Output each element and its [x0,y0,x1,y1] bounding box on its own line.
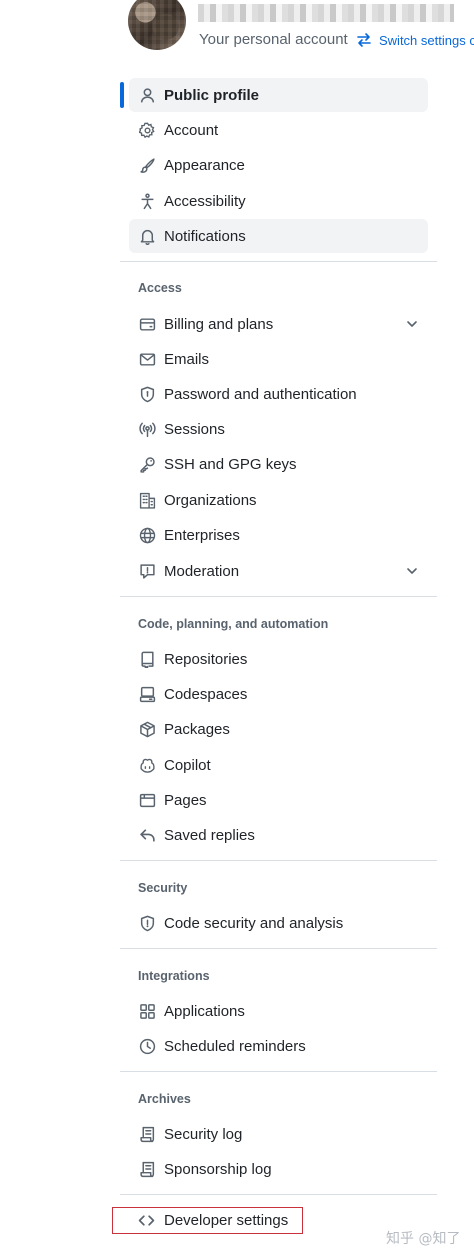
sidebar-item-copilot[interactable]: Copilot [129,748,428,782]
sidebar-item-enterprises[interactable]: Enterprises [129,518,428,552]
sidebar-item-organizations[interactable]: Organizations [129,483,428,517]
log-icon [137,1124,157,1144]
chevron-down-icon[interactable] [404,563,420,579]
sidebar-item-label: Security log [164,1125,243,1143]
sidebar-item-label: Repositories [164,650,248,668]
sidebar-item-saved-replies[interactable]: Saved replies [129,818,428,852]
section-heading-code: Code, planning, and automation [138,617,329,631]
divider [120,1071,437,1072]
browser-icon [137,790,157,810]
sidebar-item-label: Accessibility [164,192,246,210]
sidebar-item-label: Copilot [164,756,211,774]
sidebar-item-label: Pages [164,791,207,809]
sidebar-item-code-security[interactable]: Code security and analysis [129,906,428,940]
sidebar-item-security-log[interactable]: Security log [129,1117,428,1151]
apps-grid-icon [137,1001,157,1021]
sidebar-item-sessions[interactable]: Sessions [129,412,428,446]
divider [120,596,437,597]
mail-icon [137,349,157,369]
sidebar-item-emails[interactable]: Emails [129,342,428,376]
divider [120,1194,437,1195]
sidebar-item-label: SSH and GPG keys [164,455,297,473]
sidebar-item-label: Developer settings [164,1212,289,1229]
clock-icon [137,1036,157,1056]
sidebar-item-label: Packages [164,720,230,738]
sidebar-item-label: Sponsorship log [164,1160,272,1178]
sidebar-item-pages[interactable]: Pages [129,783,428,817]
codespaces-icon [137,684,157,704]
sidebar-item-scheduled-reminders[interactable]: Scheduled reminders [129,1029,428,1063]
accessibility-icon [137,191,157,211]
repo-icon [137,649,157,669]
shield-lock-icon [137,384,157,404]
sidebar-item-accessibility[interactable]: Accessibility [129,184,428,218]
organization-icon [137,490,157,510]
section-heading-integrations: Integrations [138,969,210,983]
reply-icon [137,825,157,845]
copilot-icon [137,755,157,775]
sidebar-item-billing[interactable]: Billing and plans [129,307,428,341]
sidebar-item-label: Sessions [164,420,225,438]
chevron-down-icon[interactable] [404,316,420,332]
sidebar-item-label: Applications [164,1002,245,1020]
report-icon [137,561,157,581]
sidebar-item-moderation[interactable]: Moderation [129,554,428,588]
sidebar-item-ssh-keys[interactable]: SSH and GPG keys [129,447,428,481]
divider [120,261,437,262]
sidebar-item-label: Codespaces [164,685,248,703]
credit-card-icon [137,314,157,334]
switch-settings-label: Switch settings c [379,32,474,48]
sidebar-item-label: Password and authentication [164,385,357,403]
sidebar-item-developer-settings[interactable]: Developer settings [112,1207,303,1234]
sidebar-item-packages[interactable]: Packages [129,712,428,746]
gear-icon [137,120,157,140]
package-icon [137,719,157,739]
sidebar-item-applications[interactable]: Applications [129,994,428,1028]
sidebar-item-label: Scheduled reminders [164,1037,306,1055]
sidebar-item-label: Appearance [164,156,245,174]
sidebar-item-repositories[interactable]: Repositories [129,642,428,676]
sidebar-item-password[interactable]: Password and authentication [129,377,428,411]
section-heading-security: Security [138,881,188,895]
sidebar-item-label: Saved replies [164,826,255,844]
watermark: 知乎 @知了 [386,1231,461,1247]
paintbrush-icon [137,155,157,175]
sidebar-item-label: Public profile [164,86,260,104]
sidebar-item-public-profile[interactable]: Public profile [129,78,428,112]
sidebar-item-sponsorship-log[interactable]: Sponsorship log [129,1152,428,1186]
person-icon [137,85,157,105]
avatar[interactable] [128,0,186,50]
broadcast-icon [137,419,157,439]
sidebar-item-label: Organizations [164,491,257,509]
globe-icon [137,525,157,545]
sidebar-item-label: Emails [164,350,210,368]
code-icon [136,1211,156,1231]
sidebar-item-codespaces[interactable]: Codespaces [129,677,428,711]
sidebar-item-label: Account [164,121,219,139]
divider [120,948,437,949]
account-subtitle: Your personal account [199,31,348,48]
bell-icon [137,226,157,246]
divider [120,860,437,861]
active-indicator [120,82,124,108]
section-heading-archives: Archives [138,1092,191,1106]
sidebar-item-label: Moderation [164,562,240,580]
sidebar-item-label: Code security and analysis [164,914,344,932]
key-icon [137,454,157,474]
sidebar-item-label: Notifications [164,227,246,245]
shield-icon [137,913,157,933]
sidebar-item-label: Billing and plans [164,315,274,333]
username-redacted [198,4,454,22]
sidebar-item-account[interactable]: Account [129,113,428,147]
sidebar-item-label: Enterprises [164,526,240,544]
sidebar-item-notifications[interactable]: Notifications [129,219,428,253]
arrow-switch-icon [357,33,371,47]
section-heading-access: Access [138,281,182,295]
log-icon [137,1159,157,1179]
switch-settings-link[interactable]: Switch settings c [356,30,474,50]
sidebar-item-appearance[interactable]: Appearance [129,148,428,182]
